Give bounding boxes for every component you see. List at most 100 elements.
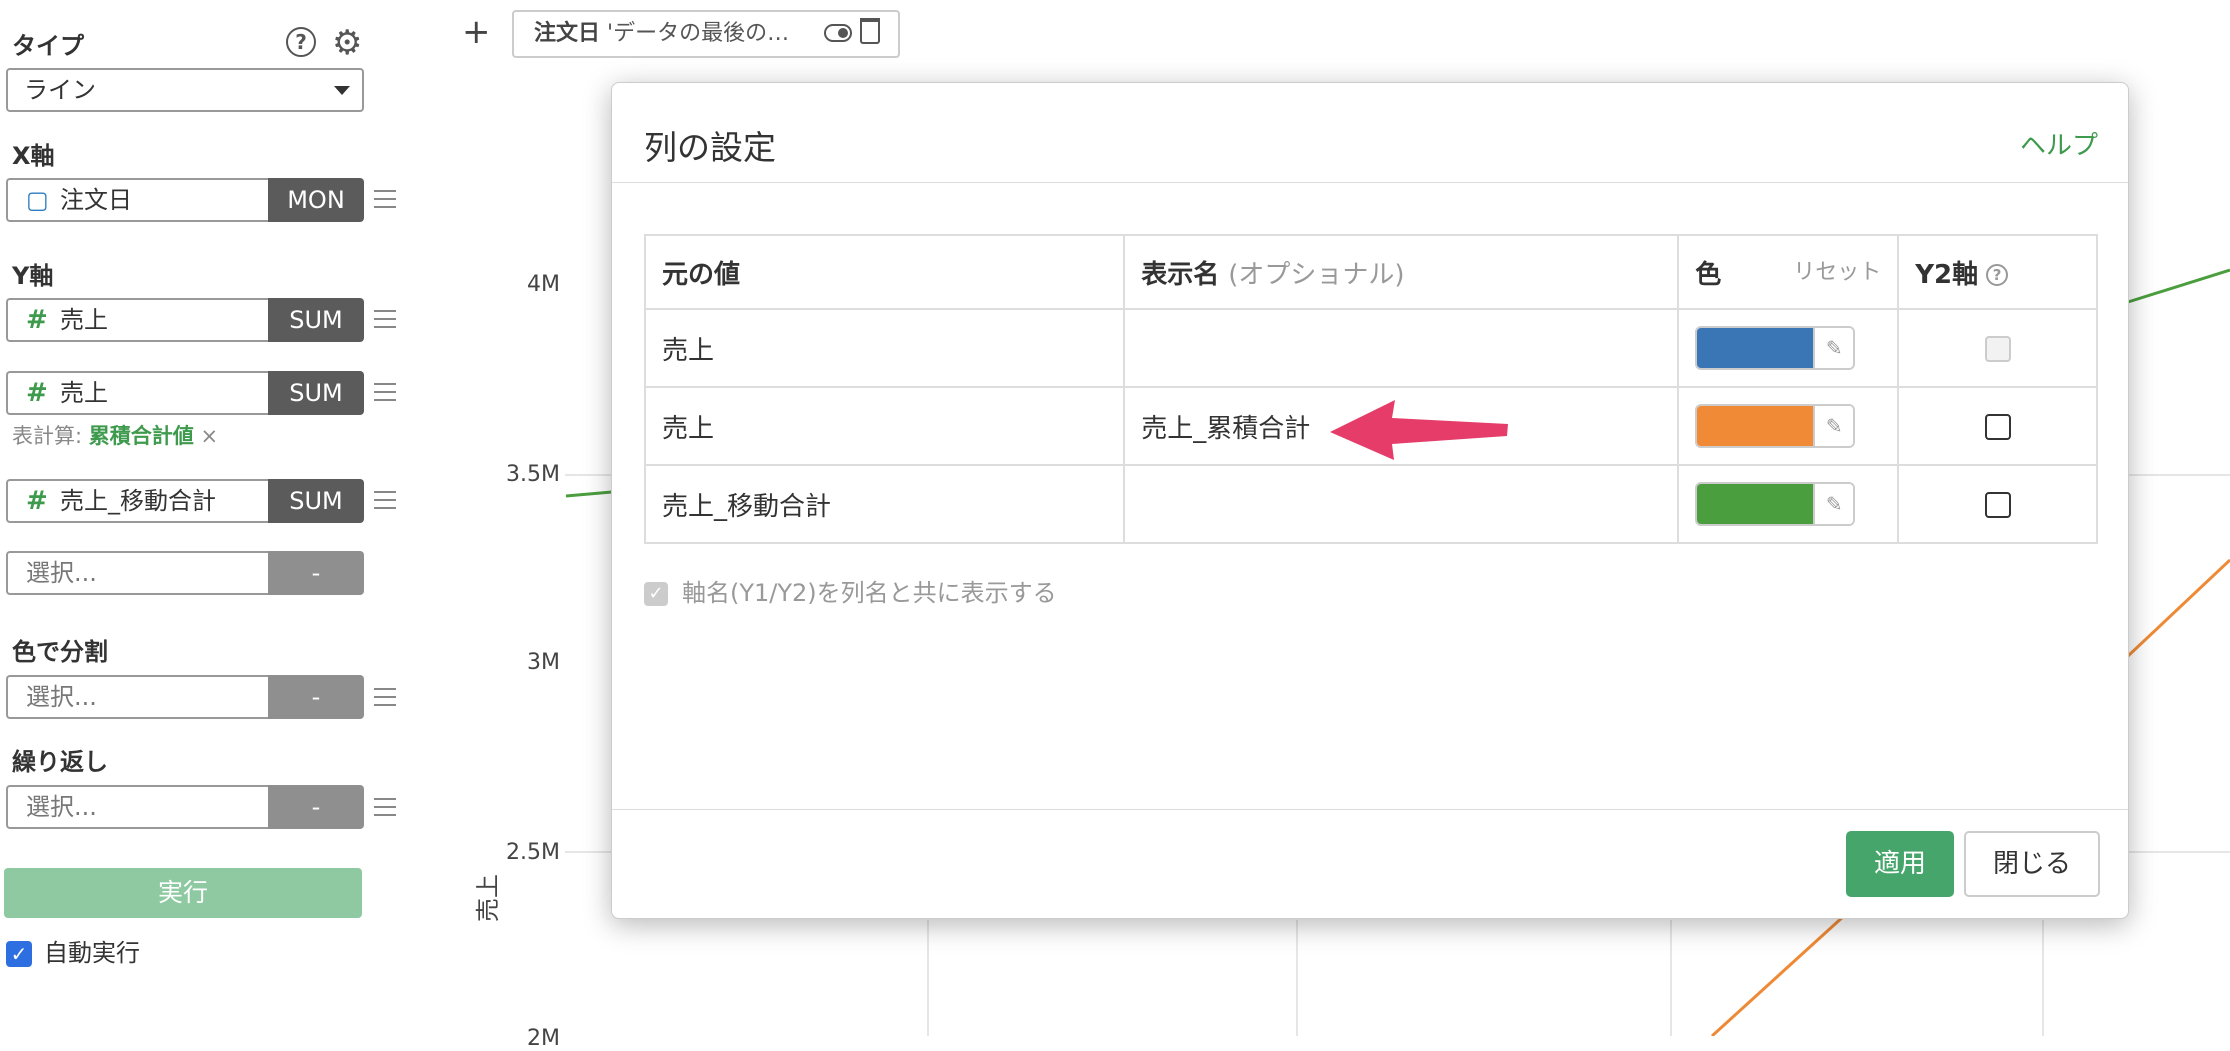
close-button[interactable]: 閉じる: [1964, 831, 2100, 897]
original-value: 売上: [643, 308, 1126, 388]
column-settings-dialog: 列の設定 ヘルプ 元の値 表示名 (オプショナル) 色リセット Y2軸? 売上 …: [611, 82, 2129, 919]
repeat-field[interactable]: 選択... -: [6, 785, 364, 829]
series-line-orange-right: [2126, 558, 2230, 658]
y2-cell: [1897, 386, 2098, 466]
header-display: 表示名 (オプショナル): [1123, 234, 1680, 310]
number-icon: #: [26, 305, 48, 335]
y-axis-field-name[interactable]: # 売上: [6, 371, 268, 415]
y-axis-title: 売上: [474, 874, 502, 922]
x-axis-agg-button[interactable]: MON: [268, 178, 364, 222]
dialog-title: 列の設定: [644, 128, 776, 167]
y-axis-field-name[interactable]: # 売上: [6, 298, 268, 342]
axis-name-option: ✓ 軸名(Y1/Y2)を列名と共に表示する: [644, 573, 1057, 608]
y-tick-label: 4M: [527, 272, 560, 297]
run-button[interactable]: 実行: [4, 868, 362, 918]
repeat-label: 繰り返し: [12, 748, 108, 776]
color-picker[interactable]: ✎: [1695, 482, 1856, 526]
auto-run-option[interactable]: ✓ 自動実行: [6, 933, 140, 968]
help-icon[interactable]: ?: [1986, 264, 2009, 286]
drag-handle-icon[interactable]: [374, 383, 396, 407]
color-picker[interactable]: ✎: [1695, 326, 1856, 370]
chart-type-select[interactable]: ライン: [6, 68, 364, 112]
repeat-placeholder[interactable]: 選択...: [6, 785, 268, 829]
y-axis-add-field[interactable]: 選択... -: [6, 551, 364, 595]
column-settings-table: 元の値 表示名 (オプショナル) 色リセット Y2軸? 売上 ✎ 売上 売上_累…: [643, 234, 2098, 544]
y-axis-field-name[interactable]: # 売上_移動合計: [6, 479, 268, 523]
table-row: 売上 ✎: [643, 308, 2098, 388]
y-tick-label: 2M: [527, 1026, 560, 1051]
divider: [612, 182, 2128, 183]
help-link[interactable]: ヘルプ: [2020, 125, 2098, 162]
color-split-agg: -: [268, 675, 364, 719]
x-axis-field-name[interactable]: ▢ 注文日: [6, 178, 268, 222]
y2-cell: [1897, 464, 2098, 544]
color-split-label: 色で分割: [12, 638, 108, 666]
auto-run-checkbox[interactable]: ✓: [6, 941, 32, 967]
table-calc-value[interactable]: 累積合計値: [89, 424, 194, 448]
sidebar: タイプ ? ⚙ ライン X軸 ▢ 注文日 MON Y軸 # 売上 SUM # 売上 S…: [0, 0, 420, 1036]
display-name-input[interactable]: 売上_累積合計: [1123, 386, 1680, 466]
original-value: 売上_移動合計: [643, 464, 1126, 544]
drag-handle-icon[interactable]: [374, 310, 396, 334]
series-line-green-right: [2127, 268, 2230, 304]
table-row: 売上 売上_累積合計 ✎: [643, 386, 2098, 466]
y-axis-field[interactable]: # 売上 SUM: [6, 298, 364, 342]
series-line-green-left: [565, 490, 613, 498]
display-name-input[interactable]: [1123, 464, 1680, 544]
divider: [612, 809, 2128, 810]
y-axis-placeholder[interactable]: 選択...: [6, 551, 268, 595]
chart-type-value: ライン: [24, 76, 96, 104]
color-split-field[interactable]: 選択... -: [6, 675, 364, 719]
remove-table-calc-icon[interactable]: ×: [200, 424, 218, 448]
original-value: 売上: [643, 386, 1126, 466]
color-swatch[interactable]: [1697, 328, 1814, 368]
trash-icon[interactable]: [860, 18, 880, 44]
y-axis-agg-button[interactable]: SUM: [268, 298, 364, 342]
help-icon[interactable]: ?: [286, 27, 316, 57]
eyedropper-icon[interactable]: ✎: [1813, 484, 1854, 524]
color-swatch[interactable]: [1697, 406, 1814, 446]
filter-field: 注文日: [534, 21, 601, 46]
y2-checkbox[interactable]: [1984, 413, 2011, 440]
color-picker[interactable]: ✎: [1695, 404, 1856, 448]
y2-checkbox: [1984, 335, 2011, 362]
eyedropper-icon[interactable]: ✎: [1813, 406, 1854, 446]
y-axis-agg-button[interactable]: SUM: [268, 371, 364, 415]
apply-button[interactable]: 適用: [1846, 831, 1954, 897]
drag-handle-icon[interactable]: [374, 190, 396, 214]
header-display-optional: (オプショナル): [1228, 259, 1405, 290]
series-line-orange-bottom: [1710, 913, 1847, 1036]
drag-handle-icon[interactable]: [374, 688, 396, 712]
reset-colors-link[interactable]: リセット: [1793, 254, 1881, 286]
color-cell: ✎: [1677, 464, 1900, 544]
filter-toggle-icon[interactable]: [824, 24, 852, 42]
table-row: 売上_移動合計 ✎: [643, 464, 2098, 544]
filter-text: 'データの最後の…: [607, 21, 790, 46]
calendar-icon: ▢: [26, 186, 49, 214]
table-calc-info: 表計算: 累積合計値 ×: [12, 424, 219, 448]
y-tick-label: 2.5M: [506, 840, 560, 865]
y-axis-field[interactable]: # 売上_移動合計 SUM: [6, 479, 364, 523]
number-icon: #: [26, 486, 48, 516]
axis-name-label: 軸名(Y1/Y2)を列名と共に表示する: [682, 579, 1057, 607]
drag-handle-icon[interactable]: [374, 491, 396, 515]
header-y2: Y2軸?: [1897, 234, 2098, 310]
y-axis-field[interactable]: # 売上 SUM: [6, 371, 364, 415]
y-tick-label: 3.5M: [506, 462, 560, 487]
y2-checkbox[interactable]: [1984, 491, 2011, 518]
color-split-placeholder[interactable]: 選択...: [6, 675, 268, 719]
y-axis-agg-button[interactable]: SUM: [268, 479, 364, 523]
axis-name-checkbox: ✓: [644, 582, 668, 606]
color-swatch[interactable]: [1697, 484, 1814, 524]
add-filter-icon[interactable]: +: [462, 12, 491, 52]
x-axis-field[interactable]: ▢ 注文日 MON: [6, 178, 364, 222]
gear-icon[interactable]: ⚙: [332, 26, 362, 60]
chevron-down-icon: [334, 86, 350, 95]
drag-handle-icon[interactable]: [374, 798, 396, 822]
color-cell: ✎: [1677, 386, 1900, 466]
eyedropper-icon[interactable]: ✎: [1813, 328, 1854, 368]
y-tick-label: 3M: [527, 650, 560, 675]
display-name-input[interactable]: [1123, 308, 1680, 388]
y-axis-agg-empty: -: [268, 551, 364, 595]
header-original: 元の値: [643, 234, 1126, 310]
